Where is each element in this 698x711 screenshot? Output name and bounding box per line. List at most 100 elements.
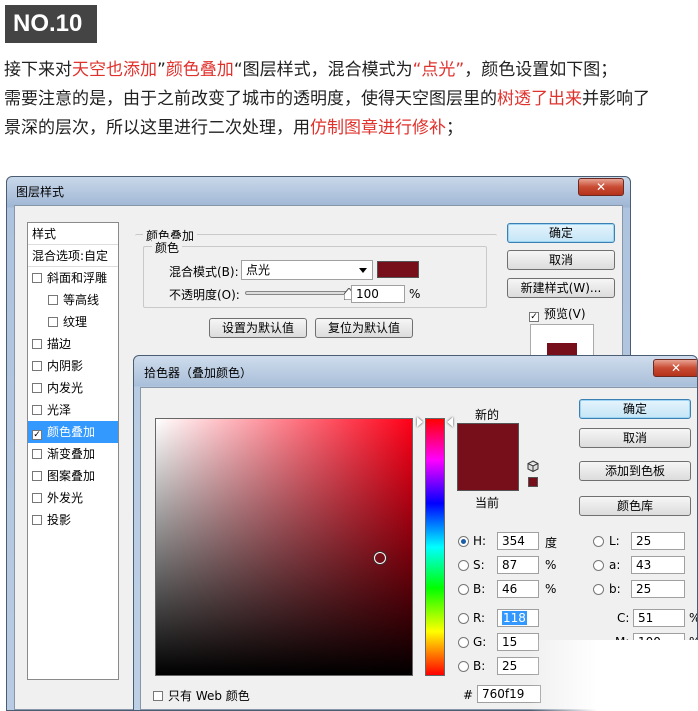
h-radio[interactable] <box>458 536 469 547</box>
hue-arrow-right-icon[interactable] <box>447 417 453 428</box>
close-button[interactable]: ✕ <box>578 178 624 196</box>
new-color-label: 新的 <box>475 408 500 422</box>
checkbox[interactable]: ✓ <box>529 312 539 322</box>
style-item[interactable]: 光泽 <box>28 399 118 421</box>
style-item[interactable]: 斜面和浮雕 <box>28 267 118 289</box>
style-item[interactable]: 内发光 <box>28 377 118 399</box>
close-button[interactable]: ✕ <box>653 359 697 377</box>
checkbox[interactable] <box>32 471 42 481</box>
highlight-text: 仿制图章进行修补 <box>310 118 446 138</box>
color-picker-cursor[interactable] <box>374 552 387 565</box>
l-radio[interactable] <box>593 536 604 547</box>
hue-slider[interactable] <box>425 418 445 676</box>
g-radio[interactable] <box>458 637 469 648</box>
ok-button[interactable]: 确定 <box>579 399 691 419</box>
cancel-button[interactable]: 取消 <box>579 428 691 448</box>
checkbox[interactable] <box>32 361 42 371</box>
c-unit: % <box>689 611 697 625</box>
c-field[interactable]: 51 <box>633 609 685 627</box>
checkbox[interactable] <box>32 383 42 393</box>
r-radio[interactable] <box>458 613 469 624</box>
reset-default-button[interactable]: 复位为默认值 <box>315 318 413 338</box>
opacity-label: 不透明度(O): <box>169 288 240 302</box>
style-item-label: 投影 <box>47 513 72 527</box>
web-only-checkbox[interactable]: 只有 Web 颜色 <box>153 687 250 704</box>
style-item-label: 斜面和浮雕 <box>47 271 108 285</box>
checkbox[interactable] <box>48 317 58 327</box>
blend-mode-value: 点光 <box>246 263 271 277</box>
checkbox[interactable] <box>48 295 58 305</box>
checkbox[interactable] <box>32 449 42 459</box>
chevron-down-icon <box>359 268 367 273</box>
opacity-slider[interactable] <box>245 291 349 295</box>
cancel-button[interactable]: 取消 <box>507 250 615 270</box>
style-item[interactable]: 描边 <box>28 333 118 355</box>
r-field[interactable]: 118 <box>497 609 539 627</box>
checkbox[interactable] <box>32 493 42 503</box>
tutorial-page: NO.10 接下来对天空也添加”颜色叠加“图层样式，混合模式为“点光”，颜色设置… <box>0 0 698 711</box>
checkbox[interactable] <box>153 691 163 701</box>
s-field[interactable]: 87 <box>497 556 539 574</box>
l-field[interactable]: 25 <box>631 532 685 550</box>
checkbox[interactable] <box>32 405 42 415</box>
blend-options-item[interactable]: 混合选项:自定 <box>28 245 118 267</box>
blend-mode-label: 混合模式(B): <box>169 265 239 279</box>
text-run: ” <box>157 60 166 80</box>
bv-radio[interactable] <box>458 584 469 595</box>
c-label: C: <box>617 611 630 625</box>
watermark-fade <box>530 640 698 711</box>
preview-checkbox[interactable]: ✓ 预览(V) <box>529 305 586 322</box>
styles-list: 样式 混合选项:自定 斜面和浮雕等高线纹理描边内阴影内发光光泽 ✓ 颜色叠加 渐变叠加… <box>27 222 119 680</box>
style-item[interactable]: 等高线 <box>28 289 118 311</box>
highlight-text: “点光” <box>412 60 465 80</box>
subgroup-title: 颜色 <box>152 239 183 256</box>
h-field[interactable]: 354 <box>497 532 539 550</box>
style-item[interactable]: ✓ 颜色叠加 <box>28 421 118 443</box>
r-label: R: <box>473 611 486 625</box>
style-item-label: 内发光 <box>47 381 84 395</box>
checkbox[interactable] <box>32 273 42 283</box>
bl-radio[interactable] <box>458 661 469 672</box>
style-item[interactable]: 投影 <box>28 509 118 531</box>
web-safe-swatch[interactable] <box>528 477 538 487</box>
current-color-label: 当前 <box>475 496 500 510</box>
highlight-text: 树透了出来 <box>497 89 582 109</box>
style-item[interactable]: 内阴影 <box>28 355 118 377</box>
a-radio[interactable] <box>593 560 604 571</box>
checkbox[interactable] <box>32 515 42 525</box>
color-libraries-button[interactable]: 颜色库 <box>579 496 691 516</box>
h-unit: 度 <box>545 536 558 550</box>
s-radio[interactable] <box>458 560 469 571</box>
bv-field[interactable]: 46 <box>497 580 539 598</box>
style-item[interactable]: 图案叠加 <box>28 465 118 487</box>
text-run: “ <box>233 60 243 80</box>
gamut-cube-icon[interactable] <box>527 460 539 472</box>
l-label: L: <box>609 534 620 548</box>
checkbox[interactable] <box>32 339 42 349</box>
style-item[interactable]: 纹理 <box>28 311 118 333</box>
current-color-swatch[interactable] <box>457 457 519 491</box>
h-label: H: <box>473 534 487 548</box>
style-item[interactable]: 渐变叠加 <box>28 443 118 465</box>
new-style-button[interactable]: 新建样式(W)... <box>507 278 615 298</box>
saturation-brightness-field[interactable] <box>155 418 413 676</box>
style-item-label: 等高线 <box>63 293 100 307</box>
bl-label: B: <box>473 659 486 673</box>
opacity-field[interactable]: 100 <box>351 285 405 303</box>
a-field[interactable]: 43 <box>631 556 685 574</box>
text-run: ； <box>446 118 463 138</box>
hue-arrow-left-icon[interactable] <box>417 417 423 428</box>
s-unit: % <box>545 558 557 572</box>
add-to-swatches-button[interactable]: 添加到色板 <box>579 461 691 481</box>
dialog-title: 拾色器（叠加颜色） <box>144 366 253 380</box>
style-item[interactable]: 外发光 <box>28 487 118 509</box>
blend-mode-select[interactable]: 点光 <box>241 260 373 280</box>
styles-header[interactable]: 样式 <box>28 223 118 245</box>
checkbox[interactable]: ✓ <box>32 430 42 440</box>
overlay-color-swatch[interactable] <box>377 261 419 278</box>
make-default-button[interactable]: 设置为默认值 <box>209 318 307 338</box>
b-field[interactable]: 25 <box>631 580 685 598</box>
style-item-label: 描边 <box>47 337 72 351</box>
ok-button[interactable]: 确定 <box>507 223 615 243</box>
b-radio[interactable] <box>593 584 604 595</box>
